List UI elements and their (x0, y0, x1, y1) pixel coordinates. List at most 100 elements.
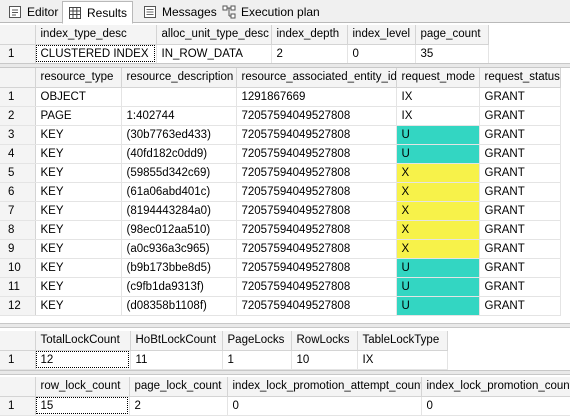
column-header[interactable]: TableLockType (357, 331, 448, 351)
grid-cell[interactable]: CLUSTERED INDEX (35, 44, 157, 64)
table-row[interactable]: 6 KEY (61a06abd401c) 72057594049527808 X GRAN… (0, 182, 561, 202)
grid-cell[interactable]: (8194443284a0) (121, 201, 237, 221)
column-header[interactable]: index_lock_promotion_attempt_count (227, 377, 422, 397)
row-header-corner[interactable] (0, 25, 36, 45)
grid-cell[interactable]: (b9b173bbe8d5) (121, 258, 237, 278)
grid-cell[interactable]: 0 (227, 396, 422, 416)
column-header[interactable]: TotalLockCount (35, 331, 131, 351)
row-number[interactable]: 7 (0, 201, 36, 221)
table-row[interactable]: 5 KEY (59855d342c69) 72057594049527808 X GRAN… (0, 163, 561, 183)
grid-cell[interactable]: 1:402744 (121, 106, 237, 126)
column-header[interactable]: page_lock_count (129, 377, 228, 397)
pane-splitter[interactable] (0, 370, 570, 375)
grid-cell[interactable]: 72057594049527808 (236, 296, 397, 316)
grid-cell[interactable]: GRANT (479, 296, 561, 316)
grid-cell[interactable]: (30b7763ed433) (121, 125, 237, 145)
column-header[interactable]: index_level (347, 25, 416, 45)
row-header-corner[interactable] (0, 331, 36, 351)
grid-cell[interactable]: 72057594049527808 (236, 220, 397, 240)
grid-cell[interactable]: 12 (35, 350, 131, 370)
grid-cell[interactable]: KEY (35, 239, 122, 259)
grid-cell[interactable]: KEY (35, 296, 122, 316)
grid-cell[interactable]: (98ec012aa510) (121, 220, 237, 240)
grid-cell[interactable]: 15 (35, 396, 130, 416)
column-header[interactable]: resource_associated_entity_id (236, 68, 397, 88)
row-number[interactable]: 11 (0, 277, 36, 297)
row-header-corner[interactable] (0, 68, 36, 88)
table-row[interactable]: 1 CLUSTERED INDEX IN_ROW_DATA 2 0 35 (0, 44, 489, 64)
column-header[interactable]: request_status (479, 68, 561, 88)
grid-cell[interactable]: 10 (291, 350, 358, 370)
column-header[interactable]: resource_type (35, 68, 122, 88)
grid-cell[interactable]: GRANT (479, 201, 561, 221)
grid-cell[interactable]: 2 (129, 396, 228, 416)
table-row[interactable]: 7 KEY (8194443284a0) 72057594049527808 X GRAN… (0, 201, 561, 221)
grid-cell[interactable]: GRANT (479, 239, 561, 259)
grid-cell[interactable]: KEY (35, 220, 122, 240)
grid-cell[interactable]: GRANT (479, 182, 561, 202)
grid-cell[interactable]: 72057594049527808 (236, 144, 397, 164)
tab-messages[interactable]: Messages (137, 1, 223, 23)
grid-cell[interactable]: 35 (415, 44, 489, 64)
tab-editor[interactable]: Editor (2, 1, 64, 23)
row-number[interactable]: 5 (0, 163, 36, 183)
column-header[interactable]: index_depth (271, 25, 348, 45)
tab-results[interactable]: Results (62, 1, 134, 24)
grid-cell[interactable]: IX (357, 350, 448, 370)
request-mode-cell[interactable]: U (396, 125, 480, 145)
row-number[interactable]: 1 (0, 87, 36, 107)
request-mode-cell[interactable]: U (396, 144, 480, 164)
grid-cell[interactable]: GRANT (479, 144, 561, 164)
grid-cell[interactable]: KEY (35, 144, 122, 164)
row-number[interactable]: 10 (0, 258, 36, 278)
grid-cell[interactable]: GRANT (479, 258, 561, 278)
grid-cell[interactable]: 2 (271, 44, 348, 64)
request-mode-cell[interactable]: X (396, 220, 480, 240)
grid-cell[interactable]: 72057594049527808 (236, 182, 397, 202)
table-row[interactable]: 1 OBJECT 1291867669 IX GRANT (0, 87, 561, 107)
table-row[interactable]: 1 15 2 0 0 (0, 396, 570, 416)
table-row[interactable]: 1 12 11 1 10 IX (0, 350, 448, 370)
grid-cell[interactable]: KEY (35, 201, 122, 221)
row-number[interactable]: 4 (0, 144, 36, 164)
request-mode-cell[interactable]: U (396, 258, 480, 278)
table-row[interactable]: 10 KEY (b9b173bbe8d5) 72057594049527808 U GRA… (0, 258, 561, 278)
column-header[interactable]: request_mode (396, 68, 480, 88)
row-number[interactable]: 1 (0, 350, 36, 370)
column-header[interactable]: resource_description (121, 68, 237, 88)
row-number[interactable]: 8 (0, 220, 36, 240)
table-row[interactable]: 2 PAGE 1:402744 72057594049527808 IX GRANT (0, 106, 561, 126)
row-number[interactable]: 12 (0, 296, 36, 316)
grid-cell[interactable]: GRANT (479, 106, 561, 126)
grid-cell[interactable]: 72057594049527808 (236, 125, 397, 145)
column-header[interactable]: HoBtLockCount (130, 331, 223, 351)
column-header[interactable]: PageLocks (222, 331, 292, 351)
grid-cell[interactable]: 1291867669 (236, 87, 397, 107)
column-header[interactable]: row_lock_count (35, 377, 130, 397)
column-header[interactable]: alloc_unit_type_desc (156, 25, 272, 45)
grid-cell[interactable]: OBJECT (35, 87, 122, 107)
request-mode-cell[interactable]: IX (396, 106, 480, 126)
table-row[interactable]: 4 KEY (40fd182c0dd9) 72057594049527808 U GRAN… (0, 144, 561, 164)
grid-cell[interactable]: GRANT (479, 125, 561, 145)
request-mode-cell[interactable]: U (396, 277, 480, 297)
request-mode-cell[interactable]: X (396, 163, 480, 183)
grid-cell[interactable]: GRANT (479, 220, 561, 240)
grid-cell[interactable]: KEY (35, 163, 122, 183)
grid-cell[interactable]: KEY (35, 182, 122, 202)
grid-cell[interactable]: (40fd182c0dd9) (121, 144, 237, 164)
request-mode-cell[interactable]: X (396, 201, 480, 221)
grid-cell[interactable]: KEY (35, 258, 122, 278)
row-number[interactable]: 6 (0, 182, 36, 202)
grid-cell[interactable]: GRANT (479, 163, 561, 183)
tab-execution-plan[interactable]: Execution plan (216, 1, 326, 23)
row-number[interactable]: 2 (0, 106, 36, 126)
row-number[interactable]: 9 (0, 239, 36, 259)
grid-cell[interactable]: (c9fb1da9313f) (121, 277, 237, 297)
request-mode-cell[interactable]: U (396, 296, 480, 316)
grid-cell[interactable]: KEY (35, 277, 122, 297)
request-mode-cell[interactable]: IX (396, 87, 480, 107)
column-header[interactable]: index_lock_promotion_count (421, 377, 570, 397)
grid-cell[interactable]: (d08358b1108f) (121, 296, 237, 316)
grid-cell[interactable]: 72057594049527808 (236, 106, 397, 126)
